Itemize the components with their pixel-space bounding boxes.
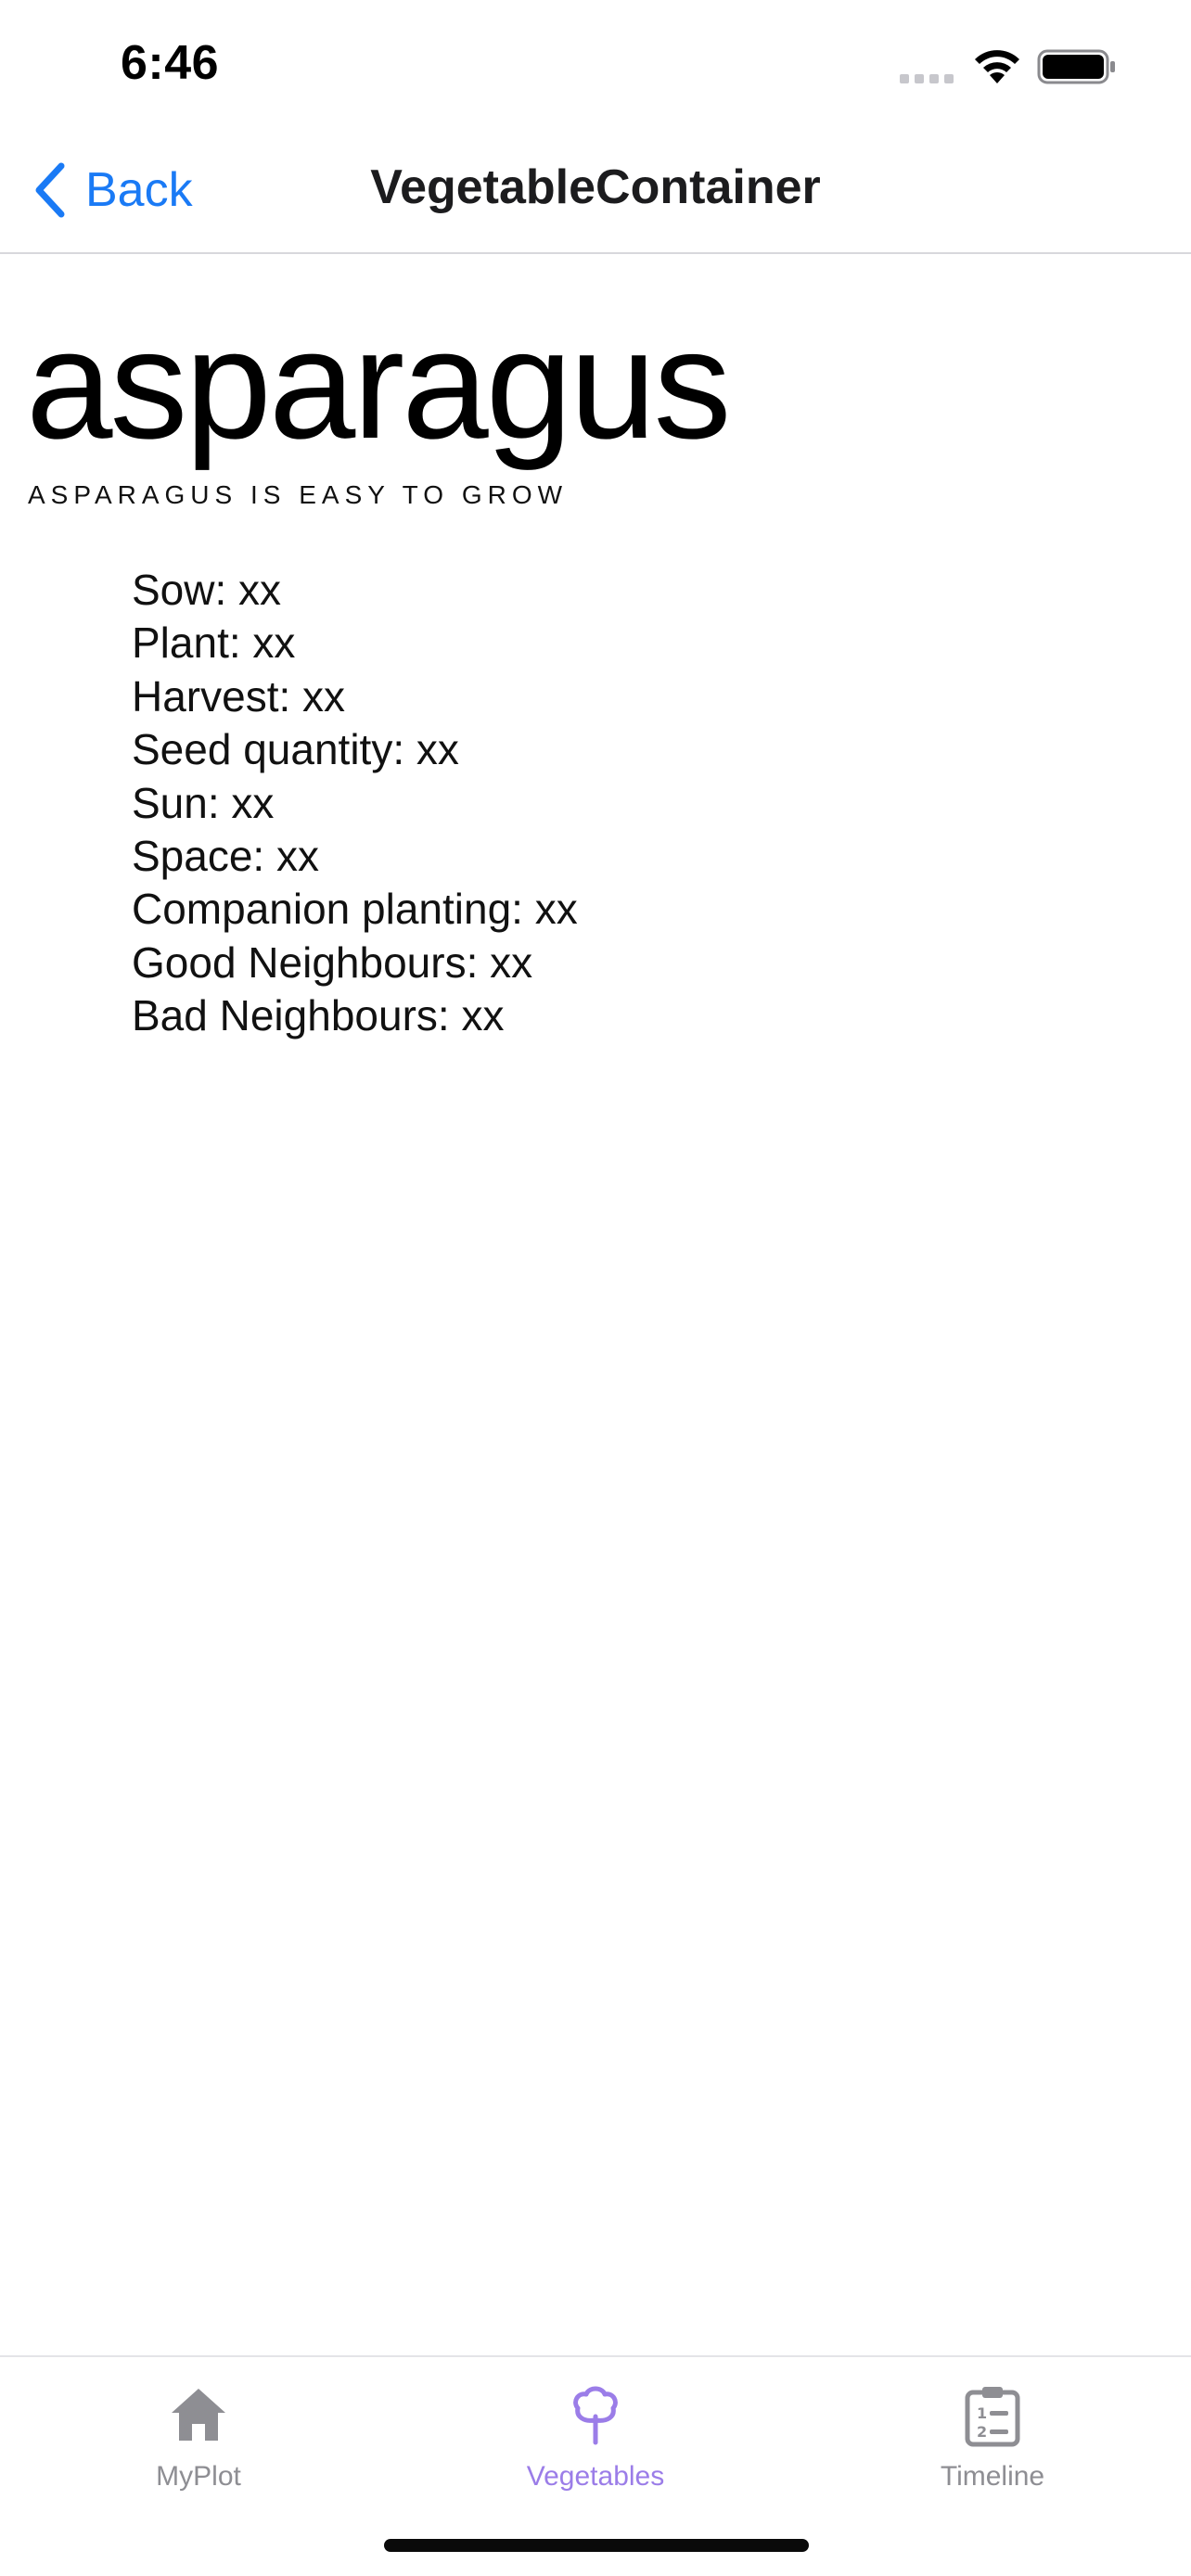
detail-harvest: Harvest: xx	[132, 671, 346, 721]
wifi-icon	[975, 50, 1019, 83]
detail-space: Space: xx	[132, 832, 319, 881]
detail-good-neighbours: Good Neighbours: xx	[132, 937, 533, 987]
vegetable-name: asparagus	[26, 297, 732, 471]
tab-timeline[interactable]: 1 2 Timeline	[794, 2376, 1191, 2515]
detail-seed-quantity: Seed quantity: xx	[132, 725, 459, 774]
detail-bad-neighbours: Bad Neighbours: xx	[132, 991, 505, 1040]
tab-label-myplot: MyPlot	[156, 2461, 241, 2492]
cellular-signal-icon	[900, 74, 954, 83]
house-icon	[172, 2389, 225, 2441]
tab-label-timeline: Timeline	[940, 2461, 1045, 2492]
home-indicator[interactable]	[384, 2539, 809, 2552]
tab-myplot[interactable]: MyPlot	[0, 2376, 397, 2515]
detail-sow: Sow: xx	[132, 566, 282, 614]
tab-vegetables[interactable]: Vegetables	[397, 2376, 794, 2515]
vegetable-subtitle: ASPARAGUS IS EASY TO GROW	[28, 480, 569, 509]
status-time: 6:46	[121, 36, 220, 90]
svg-text:2: 2	[977, 2423, 987, 2441]
detail-companion-planting: Companion planting: xx	[132, 885, 578, 934]
vegetable-details-list: Sow: xx Plant: xx Harvest: xx Seed quant…	[132, 564, 578, 1043]
clipboard-list-icon: 1 2	[965, 2387, 1020, 2447]
tab-label-vegetables: Vegetables	[526, 2461, 665, 2492]
status-bar: 6:46	[0, 0, 1191, 130]
page-title: VegetableContainer	[370, 160, 821, 214]
tree-icon	[573, 2386, 618, 2445]
battery-icon	[1037, 49, 1115, 84]
detail-plant: Plant: xx	[132, 618, 296, 668]
svg-text:1: 1	[977, 2404, 987, 2422]
detail-sun: Sun: xx	[132, 778, 275, 827]
navigation-bar: Back VegetableContainer	[0, 130, 1191, 254]
